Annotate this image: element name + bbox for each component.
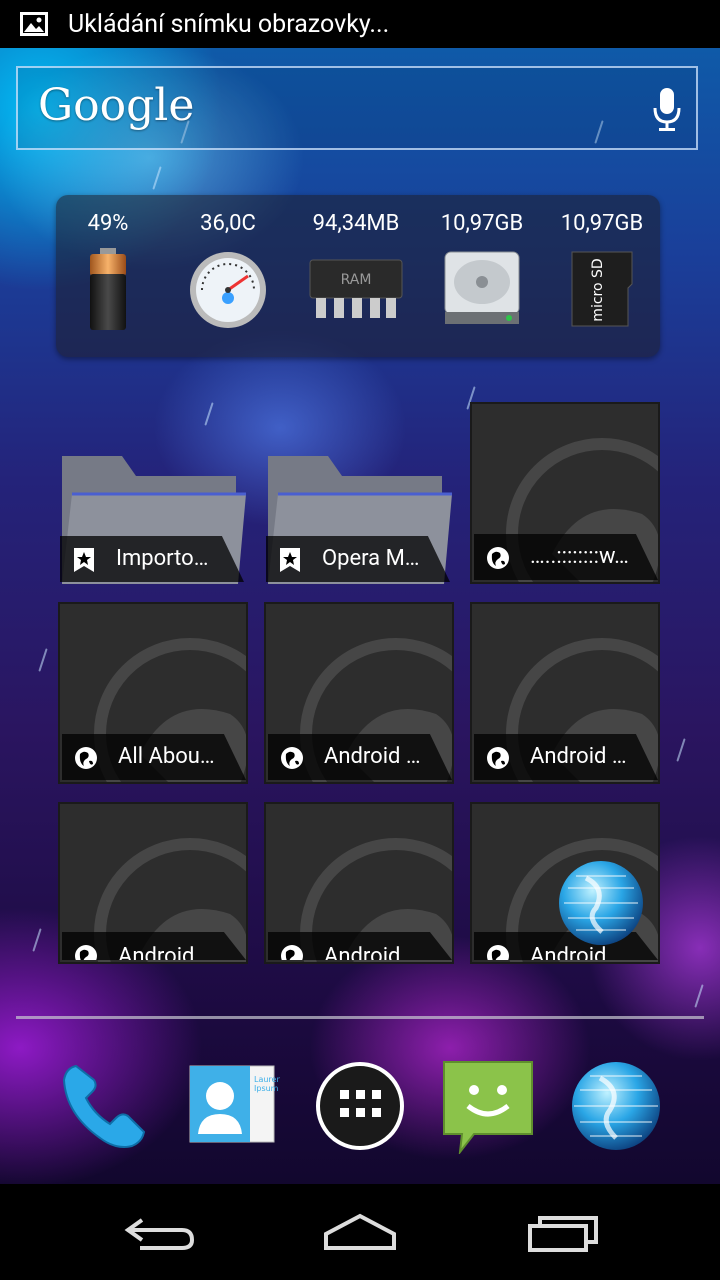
sdcard-label: 10,97GB: [560, 211, 644, 236]
bookmark-label: Android …: [530, 744, 627, 769]
bookmark-label: Importo…: [116, 546, 209, 571]
bookmark-caption: Android …: [268, 734, 452, 780]
globe-icon: [487, 547, 509, 569]
bookmark-page-tile[interactable]: All Abou…: [58, 602, 248, 784]
status-notification-text: Ukládání snímku obrazovky...: [68, 10, 390, 39]
bookmark-caption: …..::::::::w…: [474, 534, 658, 580]
temperature-gauge-icon: [190, 252, 266, 328]
messaging-icon[interactable]: [440, 1058, 536, 1154]
bookmark-caption: All Abou…: [62, 734, 246, 780]
microsd-card-icon: micro SD: [571, 251, 633, 327]
bookmark-label: Opera M…: [322, 546, 420, 571]
ram-chip-icon: RAM: [309, 259, 403, 318]
back-icon[interactable]: [120, 1208, 200, 1256]
battery-label: 49%: [87, 211, 129, 236]
browser-globe-icon[interactable]: [556, 858, 646, 948]
storage-label: 10,97GB: [440, 211, 524, 236]
ram-stat: 94,34MB RAM: [296, 211, 416, 332]
bookmark-folder-icon: [280, 548, 300, 572]
navigation-bar: [0, 1184, 720, 1280]
google-search-bar[interactable]: Google: [16, 66, 698, 150]
battery-stat: 49%: [48, 211, 168, 332]
image-icon: [20, 12, 48, 36]
recent-apps-icon[interactable]: [524, 1208, 604, 1256]
bookmark-label: Android …: [324, 744, 421, 769]
bookmark-page-tile[interactable]: Android …: [470, 602, 660, 784]
google-logo[interactable]: Google: [38, 80, 194, 131]
globe-icon: [75, 747, 97, 769]
browser-globe-icon[interactable]: [568, 1058, 664, 1154]
home-icon[interactable]: [320, 1208, 400, 1256]
ram-label: 94,34MB: [312, 211, 400, 236]
system-info-widget[interactable]: 49% 36,0C 94,34MB RAM 10,97GB 10,97GB mi…: [56, 195, 660, 357]
svg-text:micro SD: micro SD: [590, 258, 606, 321]
bookmark-folder-tile[interactable]: Opera M…: [264, 402, 454, 584]
dock-divider: [16, 1016, 704, 1019]
temperature-label: 36,0C: [200, 211, 256, 236]
bookmark-caption: Android: [268, 932, 452, 960]
bookmark-label: …..::::::::w…: [530, 544, 629, 569]
globe-icon: [281, 747, 303, 769]
sdcard-stat: 10,97GB micro SD: [542, 211, 662, 332]
contacts-card-text: Lauren: [254, 1075, 280, 1084]
microphone-icon[interactable]: [652, 86, 682, 134]
contacts-card-text: Ipsum: [254, 1084, 279, 1093]
bookmark-caption: Android …: [474, 734, 658, 780]
bookmark-label: All Abou…: [118, 744, 215, 769]
bookmark-page-tile[interactable]: …..::::::::w…: [470, 402, 660, 584]
status-bar: Ukládání snímku obrazovky...: [0, 0, 720, 48]
svg-text:RAM: RAM: [341, 272, 372, 288]
storage-stat: 10,97GB: [422, 211, 542, 332]
contacts-icon[interactable]: Lauren Ipsum: [184, 1058, 280, 1154]
app-drawer-icon[interactable]: [312, 1058, 408, 1154]
battery-icon: [90, 248, 126, 330]
globe-icon: [487, 747, 509, 769]
bookmark-folder-tile[interactable]: Importo…: [58, 402, 248, 584]
bookmark-page-tile[interactable]: Android: [58, 802, 248, 964]
bookmark-caption: Android: [62, 932, 246, 960]
bookmark-caption: Importo…: [60, 536, 244, 582]
temperature-stat: 36,0C: [168, 211, 288, 332]
bookmark-caption: Opera M…: [266, 536, 450, 582]
bookmark-page-tile[interactable]: Android: [264, 802, 454, 964]
bookmark-page-tile[interactable]: Android …: [264, 602, 454, 784]
phone-icon[interactable]: [56, 1058, 152, 1154]
hard-drive-icon: [444, 251, 520, 324]
bookmark-folder-icon: [74, 548, 94, 572]
